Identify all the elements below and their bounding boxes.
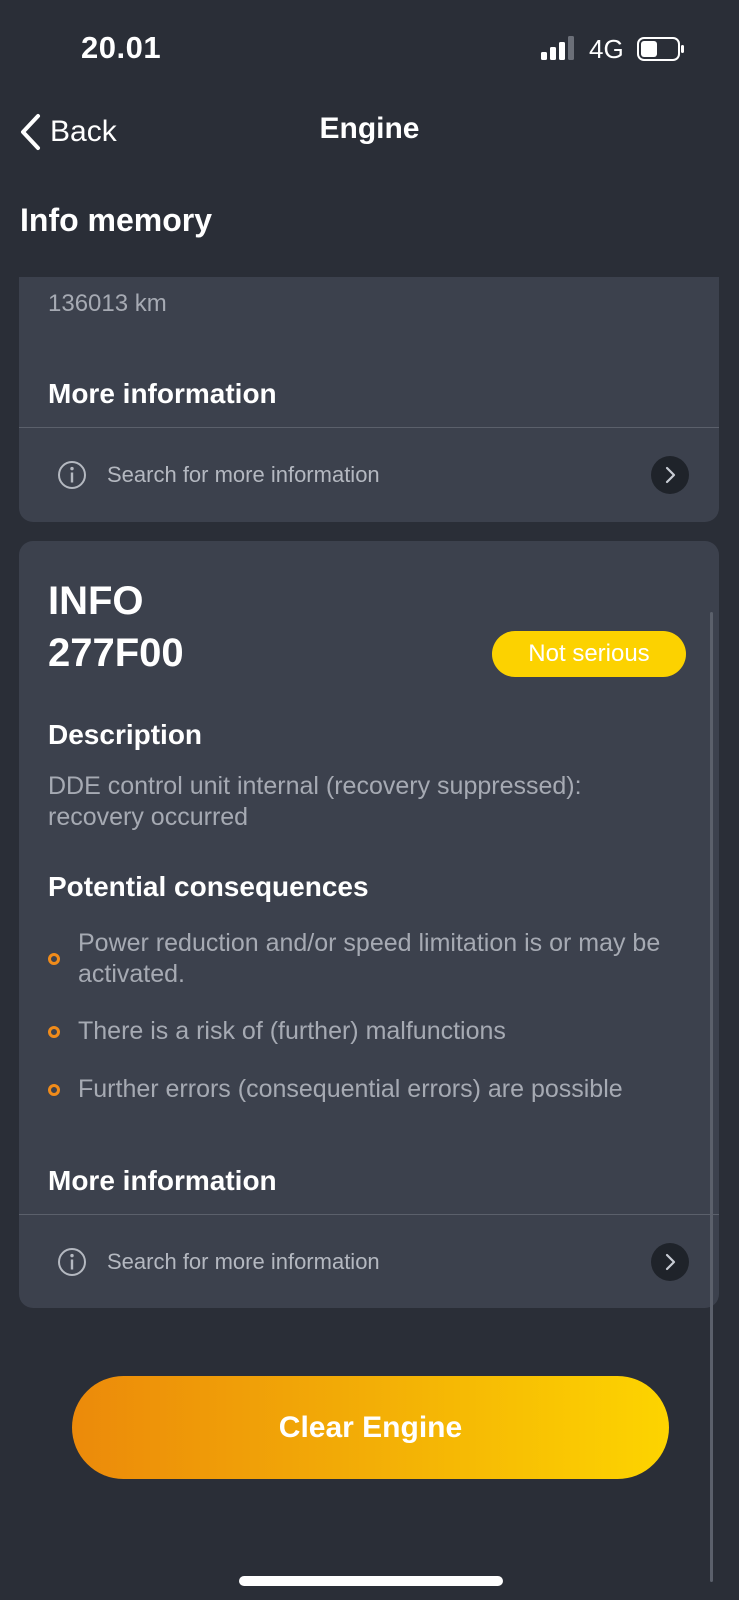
consequences-title: Potential consequences	[48, 871, 369, 902]
description-text: DDE control unit internal (recovery supp…	[48, 772, 582, 831]
list-item: There is a risk of (further) malfunction…	[48, 1016, 688, 1047]
divider	[19, 427, 719, 428]
network-label: 4G	[589, 34, 624, 64]
bullet-icon	[48, 1025, 60, 1038]
list-item: Power reduction and/or speed limitation …	[48, 928, 688, 990]
info-icon	[58, 1248, 86, 1276]
chevron-right-icon[interactable]	[651, 456, 689, 494]
search-more-info-row[interactable]: Search for more information	[57, 456, 689, 494]
info-icon	[58, 461, 86, 489]
fault-type: INFO	[48, 579, 144, 623]
section-title: Info memory	[20, 202, 213, 238]
chevron-right-icon[interactable]	[651, 1243, 689, 1281]
bullet-icon	[48, 1083, 60, 1096]
clear-engine-button[interactable]: Clear Engine	[72, 1376, 669, 1479]
more-information-title: More information	[48, 378, 277, 409]
description-title: Description	[48, 719, 203, 750]
battery-icon	[637, 37, 684, 61]
fault-code-block: INFO 277F00	[48, 575, 184, 679]
scrollbar[interactable]	[710, 612, 713, 1582]
more-information-title: More information	[48, 1165, 277, 1196]
search-more-info-label: Search for more information	[107, 1249, 380, 1274]
signal-icon	[541, 36, 574, 60]
severity-badge: Not serious	[492, 631, 686, 677]
status-time: 20.01	[81, 30, 162, 65]
divider	[19, 1214, 719, 1215]
search-more-info-row[interactable]: Search for more information	[57, 1243, 689, 1281]
search-more-info-label: Search for more information	[107, 462, 380, 487]
page-title: Engine	[319, 112, 420, 145]
home-indicator[interactable]	[239, 1576, 503, 1586]
list-item: Further errors (consequential errors) ar…	[48, 1074, 688, 1105]
bullet-icon	[48, 953, 60, 965]
fault-code: 277F00	[48, 631, 184, 675]
mileage-value: 136013 km	[48, 290, 167, 317]
